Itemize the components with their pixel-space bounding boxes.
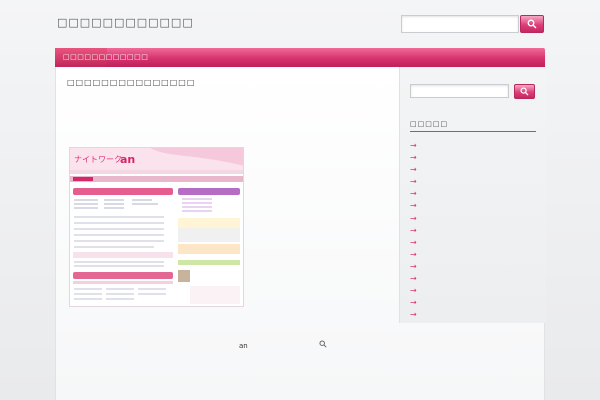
arrow-right-icon: →	[410, 177, 417, 187]
sidebar-item[interactable]: →	[410, 177, 536, 189]
sidebar-item[interactable]: →	[410, 226, 536, 238]
header-search	[401, 15, 546, 35]
sidebar-item[interactable]: →	[410, 274, 536, 286]
sidebar-search-input[interactable]	[410, 84, 509, 98]
sidebar-item[interactable]: →	[410, 262, 536, 274]
magnifier-icon	[527, 19, 537, 29]
sidebar-item[interactable]: →	[410, 310, 536, 322]
sidebar-item[interactable]: →	[410, 153, 536, 165]
sidebar-item[interactable]: →	[410, 165, 536, 177]
nav-item-home[interactable]: □□□□□□□□□□□□	[55, 48, 148, 67]
sidebar-item[interactable]: →	[410, 298, 536, 310]
arrow-right-icon: →	[410, 165, 417, 175]
arrow-right-icon: →	[410, 261, 417, 271]
sidebar-item[interactable]: →	[410, 214, 536, 226]
thumbnail-logo-suffix: an	[120, 153, 135, 166]
arrow-right-icon: →	[410, 153, 417, 163]
arrow-right-icon: →	[410, 189, 417, 199]
sidebar-list: → → → → → → → → → → → → → → →	[410, 141, 536, 322]
thumbnail-image: ナイトワーク an	[70, 148, 243, 304]
footer-text: an	[239, 342, 248, 350]
sidebar-heading: □□□□□	[410, 120, 449, 128]
content-area: □□□□□□□□□□□□□□□ ナイトワーク an	[56, 67, 398, 323]
arrow-right-icon: →	[410, 201, 417, 211]
search-icon[interactable]	[319, 340, 327, 348]
sidebar-item[interactable]: →	[410, 286, 536, 298]
post-title[interactable]: □□□□□□□□□□□□□□□	[67, 78, 195, 87]
sidebar-divider	[410, 131, 536, 132]
arrow-right-icon: →	[410, 286, 417, 296]
arrow-right-icon: →	[410, 237, 417, 247]
header-search-input[interactable]	[401, 15, 519, 33]
header-search-button[interactable]	[520, 15, 544, 33]
main-panel: □□□□□□□□□□□□□□□ ナイトワーク an □□□□□ → → → → …	[55, 67, 546, 400]
arrow-right-icon: →	[410, 298, 417, 308]
arrow-right-icon: →	[410, 213, 417, 223]
sidebar-item[interactable]: →	[410, 189, 536, 201]
thumbnail-logo: ナイトワーク	[74, 155, 122, 164]
nav-item-label: □□□□□□□□□□□□	[63, 53, 149, 61]
arrow-right-icon: →	[410, 274, 417, 284]
magnifier-icon	[520, 87, 529, 96]
arrow-right-icon: →	[410, 249, 417, 259]
arrow-right-icon: →	[410, 310, 417, 320]
main-nav: □□□□□□□□□□□□	[55, 48, 545, 67]
sidebar-item[interactable]: →	[410, 141, 536, 153]
arrow-right-icon: →	[410, 141, 417, 150]
sidebar-search	[410, 84, 540, 100]
site-title[interactable]: □□□□□□□□□□□□	[57, 16, 194, 29]
post-thumbnail[interactable]: ナイトワーク an	[69, 147, 244, 307]
sidebar-item[interactable]: →	[410, 238, 536, 250]
sidebar-item[interactable]: →	[410, 201, 536, 213]
sidebar: □□□□□ → → → → → → → → → → → → → → →	[399, 67, 546, 323]
arrow-right-icon: →	[410, 225, 417, 235]
sidebar-item[interactable]: →	[410, 250, 536, 262]
sidebar-search-button[interactable]	[514, 84, 535, 99]
